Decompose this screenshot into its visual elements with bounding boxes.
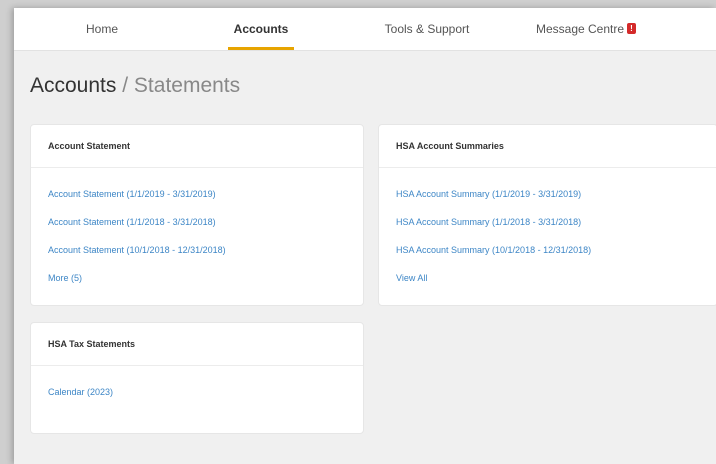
account-statement-link[interactable]: Account Statement (1/1/2018 - 3/31/2018)	[48, 208, 346, 236]
nav-message-centre[interactable]: Message Centre!	[524, 8, 648, 50]
tax-statement-link[interactable]: Calendar (2023)	[48, 378, 346, 406]
nav-accounts[interactable]: Accounts	[224, 8, 298, 50]
hsa-summary-link[interactable]: HSA Account Summary (1/1/2019 - 3/31/201…	[396, 180, 700, 208]
hsa-summary-link[interactable]: HSA Account Summary (10/1/2018 - 12/31/2…	[396, 236, 700, 264]
account-statement-card: Account Statement Account Statement (1/1…	[30, 124, 364, 306]
notification-badge: !	[627, 23, 637, 35]
app-window: Home Accounts Tools & Support Message Ce…	[14, 8, 716, 464]
hsa-tax-card: HSA Tax Statements Calendar (2023)	[30, 322, 364, 434]
account-statement-title: Account Statement	[31, 125, 363, 168]
more-statements-link[interactable]: More (5)	[48, 264, 346, 292]
account-statement-link[interactable]: Account Statement (1/1/2019 - 3/31/2019)	[48, 180, 346, 208]
breadcrumb-separator: /	[122, 74, 129, 97]
view-all-link[interactable]: View All	[396, 264, 700, 292]
hsa-tax-list: Calendar (2023)	[31, 366, 363, 406]
breadcrumb-section[interactable]: Accounts	[30, 74, 116, 97]
page-title: Accounts / Statements	[30, 74, 240, 98]
hsa-summaries-card: HSA Account Summaries HSA Account Summar…	[378, 124, 716, 306]
nav-tools-support[interactable]: Tools & Support	[370, 8, 484, 50]
hsa-tax-title: HSA Tax Statements	[31, 323, 363, 366]
breadcrumb-current: Statements	[133, 74, 241, 97]
hsa-summaries-title: HSA Account Summaries	[379, 125, 716, 168]
hsa-summary-link[interactable]: HSA Account Summary (1/1/2018 - 3/31/201…	[396, 208, 700, 236]
top-navigation: Home Accounts Tools & Support Message Ce…	[14, 8, 716, 51]
hsa-summaries-list: HSA Account Summary (1/1/2019 - 3/31/201…	[379, 168, 716, 292]
account-statement-list: Account Statement (1/1/2019 - 3/31/2019)…	[31, 168, 363, 292]
account-statement-link[interactable]: Account Statement (10/1/2018 - 12/31/201…	[48, 236, 346, 264]
nav-message-centre-label: Message Centre	[535, 22, 625, 36]
nav-home[interactable]: Home	[72, 8, 132, 50]
